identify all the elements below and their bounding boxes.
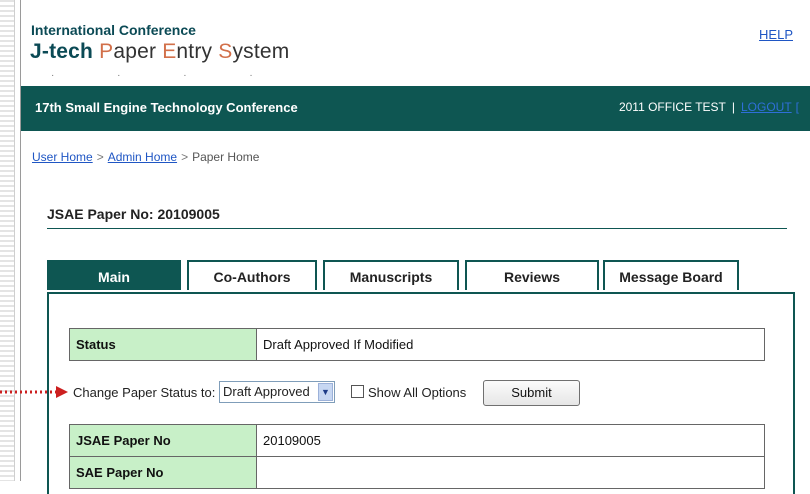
- user-info: 2011 OFFICE TEST | LOGOUT[: [619, 100, 799, 114]
- breadcrumb-paper-home: Paper Home: [192, 150, 260, 164]
- sae-paper-label: SAE Paper No: [70, 457, 257, 488]
- app-frame: International Conference J-tech Paper En…: [20, 0, 810, 494]
- breadcrumb-separator: >: [181, 150, 189, 164]
- status-label: Status: [70, 329, 257, 360]
- title-divider: [47, 228, 787, 229]
- tab-manuscripts[interactable]: Manuscripts: [323, 260, 459, 290]
- banner-trailing-bracket: [: [795, 100, 799, 114]
- conference-header-label: International Conference: [31, 22, 196, 38]
- status-value: Draft Approved If Modified: [263, 337, 414, 352]
- breadcrumb-admin-home[interactable]: Admin Home: [108, 150, 177, 164]
- conference-name: 17th Small Engine Technology Conference: [35, 100, 298, 115]
- chevron-down-icon[interactable]: ▼: [318, 383, 333, 401]
- paper-status-select[interactable]: Draft Approved ▼: [219, 381, 335, 403]
- tab-message-board[interactable]: Message Board: [603, 260, 739, 290]
- banner-separator: |: [731, 100, 735, 114]
- jsae-paper-value: 20109005: [263, 433, 321, 448]
- annotation-arrow-icon: [0, 386, 68, 398]
- tab-bar: Main Co-Authors Manuscripts Reviews Mess…: [47, 260, 807, 292]
- show-all-options[interactable]: Show All Options: [351, 385, 466, 400]
- status-row: Status Draft Approved If Modified: [69, 328, 765, 361]
- main-tab-panel: Status Draft Approved If Modified Change…: [47, 294, 795, 494]
- help-link[interactable]: HELP: [759, 27, 793, 42]
- app-brand-title: J-tech Paper Entry System: [30, 40, 290, 64]
- left-decoration-strip: [0, 0, 15, 481]
- tab-main[interactable]: Main: [47, 260, 181, 290]
- tab-reviews[interactable]: Reviews: [465, 260, 599, 290]
- breadcrumb: User Home > Admin Home > Paper Home: [32, 150, 259, 164]
- breadcrumb-separator: >: [96, 150, 104, 164]
- page-title: JSAE Paper No: 20109005: [47, 206, 220, 222]
- change-status-label: Change Paper Status to:: [73, 385, 216, 400]
- brand-text-ntry: ntry: [176, 40, 219, 63]
- jsae-paper-label: JSAE Paper No: [70, 425, 257, 456]
- conference-banner: 17th Small Engine Technology Conference …: [21, 86, 810, 131]
- header-dots-decoration: · · · ·: [51, 70, 283, 81]
- user-name: 2011 OFFICE TEST: [618, 100, 726, 114]
- submit-button[interactable]: Submit: [483, 380, 580, 406]
- show-all-checkbox[interactable]: [351, 385, 364, 398]
- show-all-label: Show All Options: [368, 385, 467, 400]
- logout-link[interactable]: LOGOUT: [741, 100, 792, 114]
- brand-cap-p: P: [99, 40, 114, 63]
- brand-cap-s: S: [218, 40, 233, 63]
- brand-text-aper: aper: [113, 40, 163, 63]
- paper-status-selected: Draft Approved: [223, 384, 310, 399]
- brand-text-ystem: ystem: [232, 40, 290, 63]
- brand-bold: J-tech: [30, 40, 94, 63]
- sae-paper-row: SAE Paper No: [69, 456, 765, 489]
- brand-cap-e: E: [162, 40, 177, 63]
- tab-co-authors[interactable]: Co-Authors: [187, 260, 317, 290]
- breadcrumb-user-home[interactable]: User Home: [32, 150, 93, 164]
- jsae-paper-row: JSAE Paper No 20109005: [69, 424, 765, 457]
